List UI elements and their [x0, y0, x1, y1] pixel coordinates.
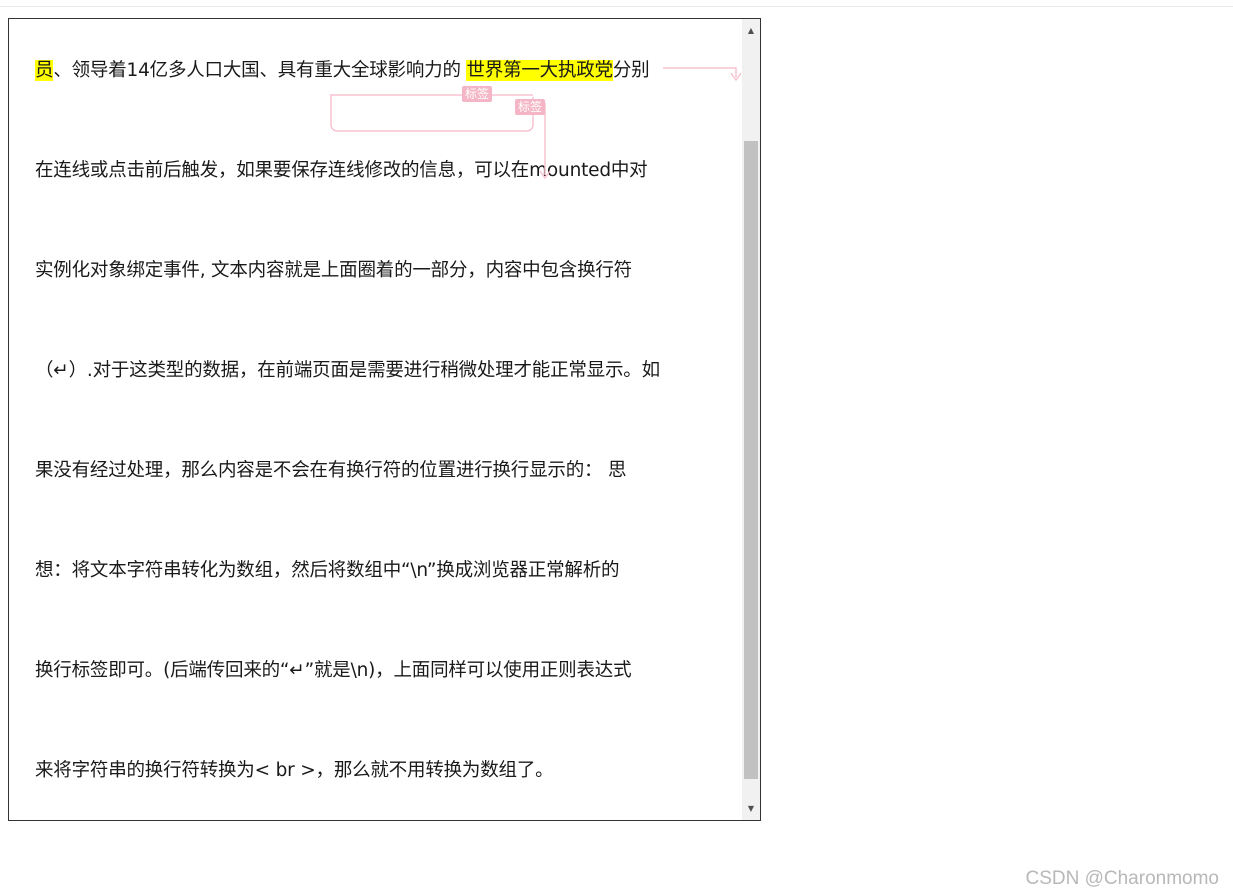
- text-content: 员、领导着14亿多人口大国、具有重大全球影响力的 世界第一大执政党分别 在连线或…: [9, 19, 742, 820]
- relation-tag-1[interactable]: 标签: [462, 86, 493, 102]
- vertical-scrollbar[interactable]: ▲ ▼: [742, 19, 760, 820]
- scroll-down-arrow-icon[interactable]: ▼: [742, 800, 760, 818]
- relation-connectors: [330, 67, 742, 180]
- text-line-3: 实例化对象绑定事件, 文本内容就是上面圈着的一部分，内容中包含换行符: [35, 260, 632, 281]
- text-line-8: 来将字符串的换行符转换为< br >，那么就不用转换为数组了。: [35, 760, 554, 781]
- text-line-6: 想：将文本字符串转化为数组，然后将数组中“\n”换成浏览器正常解析的: [35, 560, 620, 581]
- relation-line-3: [663, 67, 737, 77]
- scroll-thumb[interactable]: [744, 141, 758, 779]
- relation-arrow-1: [730, 72, 742, 82]
- top-divider: [0, 6, 1233, 7]
- text-segment: 、领导着14亿多人口大国、具有重大全球影响力的: [53, 60, 467, 81]
- scroll-up-arrow-icon[interactable]: ▲: [742, 22, 760, 40]
- annotation-text-panel[interactable]: 员、领导着14亿多人口大国、具有重大全球影响力的 世界第一大执政党分别 在连线或…: [8, 18, 761, 821]
- relation-tag-2[interactable]: 标签: [515, 99, 546, 115]
- text-line-2: 在连线或点击前后触发，如果要保存连线修改的信息，可以在mounted中对: [35, 160, 648, 181]
- relation-line-1: [330, 94, 534, 132]
- highlight-span-entity[interactable]: 世界第一大执政党: [466, 60, 613, 81]
- text-line-1: 员、领导着14亿多人口大国、具有重大全球影响力的 世界第一大执政党分别: [35, 59, 650, 83]
- watermark-text: CSDN @Charonmomo: [1025, 868, 1219, 889]
- highlight-span-start[interactable]: 员: [35, 60, 54, 81]
- text-line-7: 换行标签即可。(后端传回来的“↵”就是\n)，上面同样可以使用正则表达式: [35, 660, 632, 681]
- text-line-4: （↵）.对于这类型的数据，在前端页面是需要进行稍微处理才能正常显示。如: [35, 360, 660, 381]
- text-segment-end: 分别: [612, 60, 650, 81]
- text-line-5: 果没有经过处理，那么内容是不会在有换行符的位置进行换行显示的： 思: [35, 460, 627, 481]
